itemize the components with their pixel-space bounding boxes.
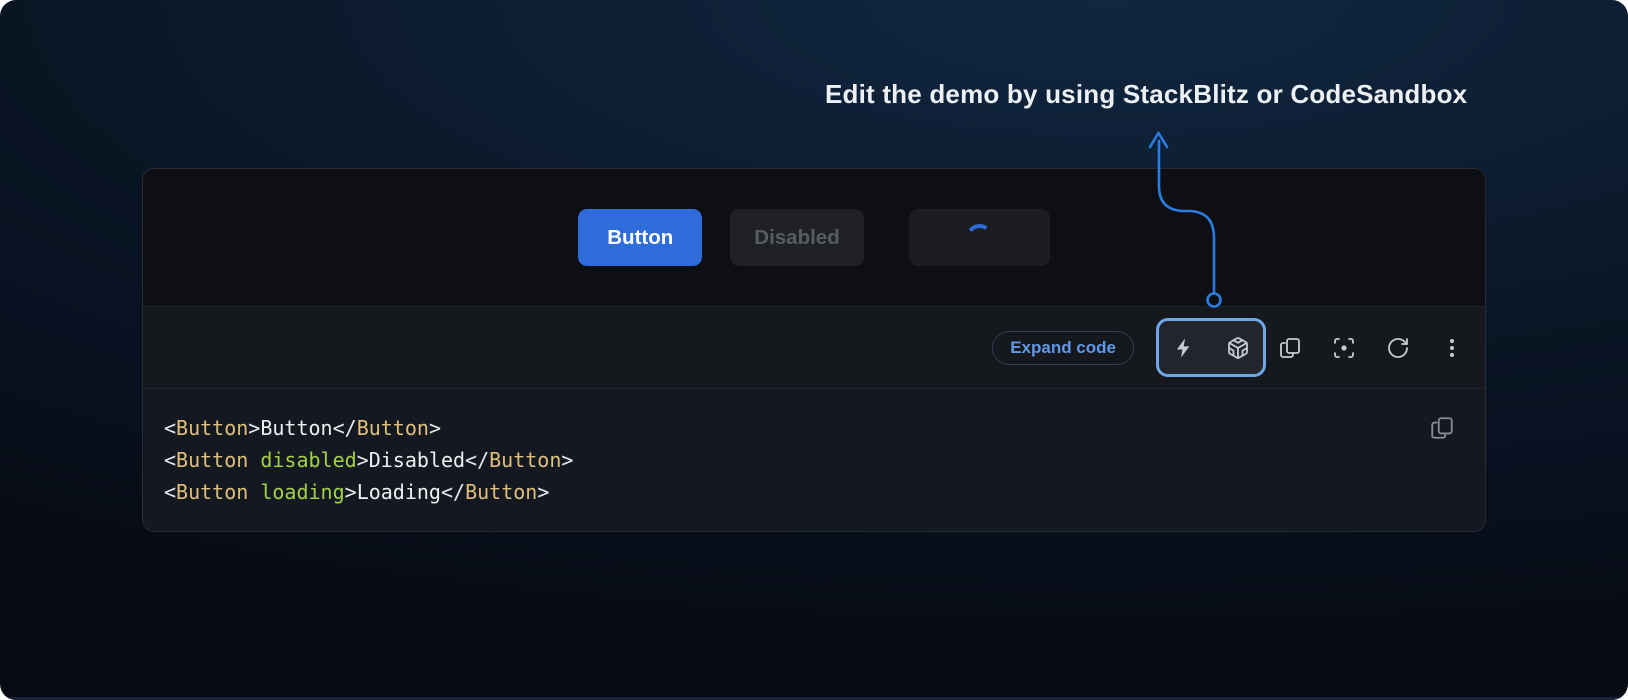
demo-toolbar: Expand code [143,306,1485,388]
copy-icon [1429,429,1455,444]
demo-button-primary[interactable]: Button [578,209,702,266]
copy-icon [1278,336,1302,360]
demo-card: Button Disabled Expand code [142,168,1486,532]
code-line: <Button>Button</Button> [164,412,1425,444]
expand-code-button[interactable]: Expand code [992,331,1134,365]
expand-code-label: Expand code [1010,338,1116,358]
refresh-icon [1386,336,1410,360]
more-actions-button[interactable] [1440,336,1464,360]
demo-button-disabled[interactable]: Disabled [730,209,863,266]
loading-spinner-icon [964,222,994,252]
focus-icon [1332,336,1356,360]
refresh-demo-button[interactable] [1386,336,1410,360]
stackblitz-lightning-icon [1173,337,1195,359]
demo-preview: Button Disabled [143,169,1485,306]
more-vertical-icon [1440,336,1464,360]
demo-button-disabled-label: Disabled [754,226,839,250]
stackblitz-button[interactable] [1172,336,1196,360]
code-block: <Button>Button</Button><Button disabled>… [143,388,1485,531]
highlighted-editor-group [1156,318,1266,377]
demo-button-loading[interactable] [909,209,1050,266]
focus-demo-button[interactable] [1332,336,1356,360]
demo-button-primary-label: Button [607,226,673,250]
code-line: <Button loading>Loading</Button> [164,476,1425,508]
copy-code-button[interactable] [1278,336,1302,360]
codesandbox-cube-icon [1226,336,1250,360]
code-lines: <Button>Button</Button><Button disabled>… [164,412,1425,508]
code-line: <Button disabled>Disabled</Button> [164,444,1425,476]
copy-snippet-button[interactable] [1429,415,1455,441]
codesandbox-button[interactable] [1226,336,1250,360]
annotation-text: Edit the demo by using StackBlitz or Cod… [825,79,1467,110]
app-background: Edit the demo by using StackBlitz or Cod… [0,0,1628,700]
arrow-head [1150,133,1167,147]
